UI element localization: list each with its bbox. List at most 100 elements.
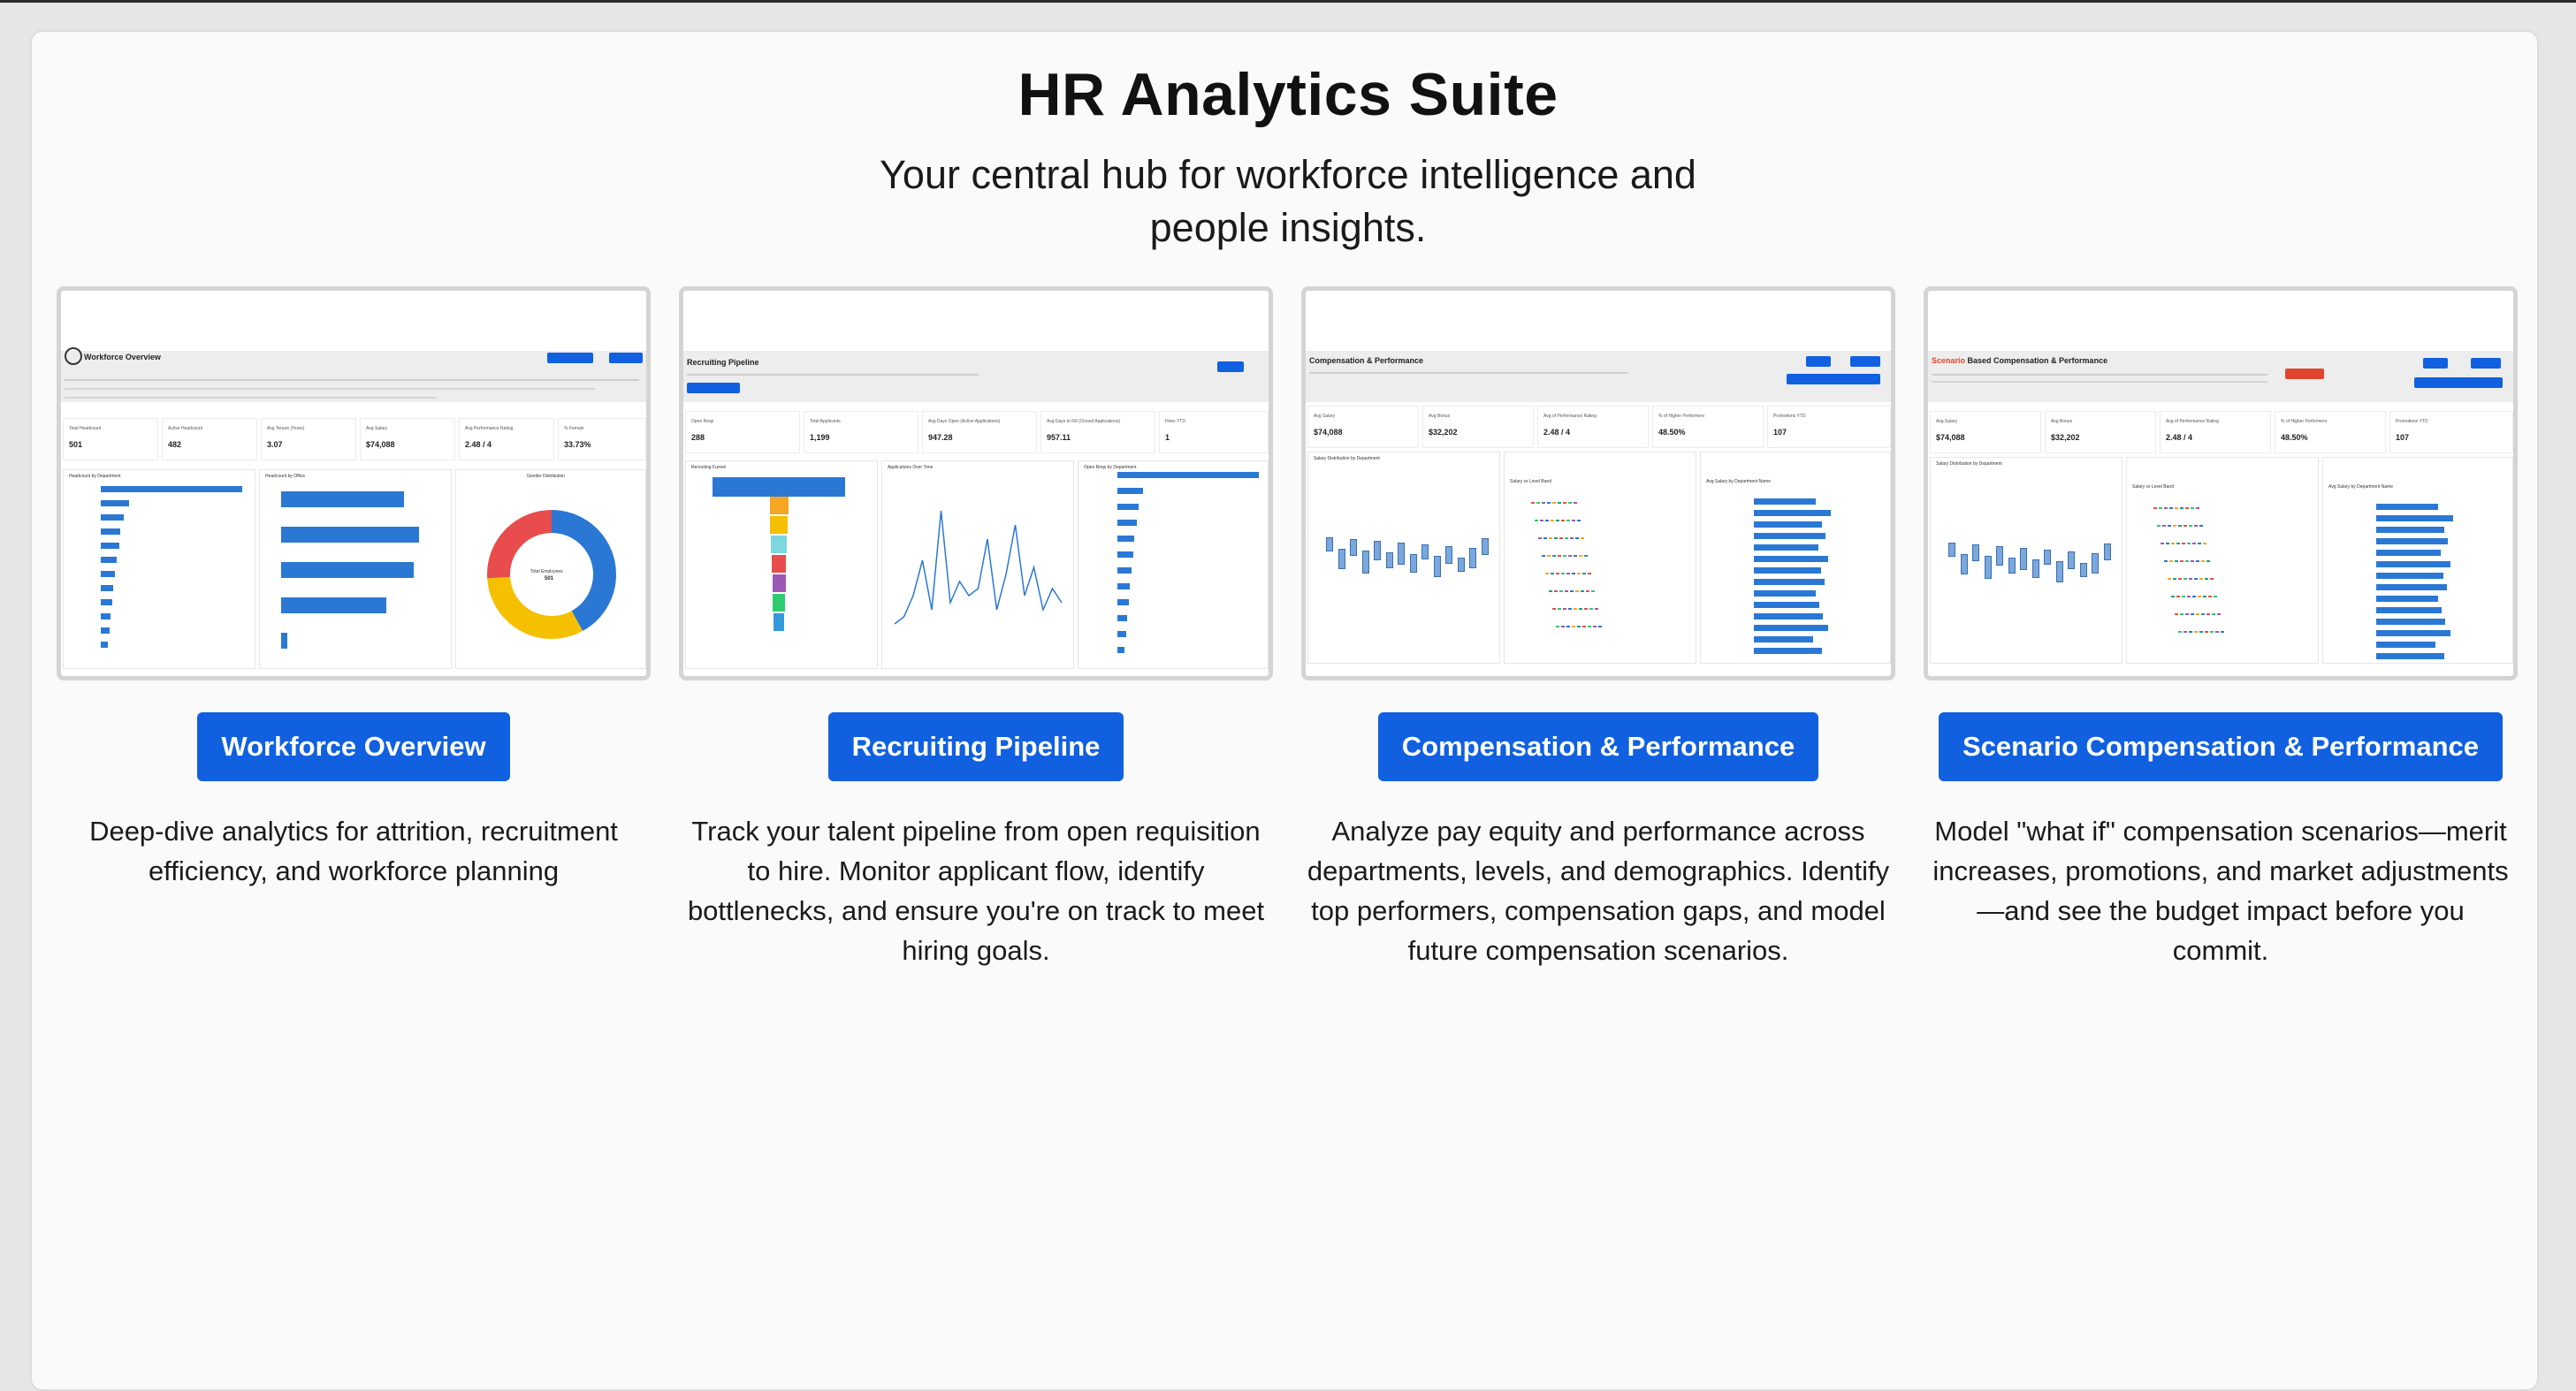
office-bar [281, 597, 386, 613]
avg-salary-bar [2376, 573, 2443, 579]
avg-salary-bar [2376, 619, 2446, 625]
salary-point [2210, 631, 2214, 633]
avg-salary-bar [2376, 642, 2436, 648]
preview-scenario-link-button [1787, 374, 1880, 384]
office-bar [281, 633, 287, 649]
salary-point [1558, 608, 1561, 610]
salary-point [2201, 613, 2205, 615]
avg-salary-bar [1754, 636, 1814, 642]
salary-box [1421, 544, 1429, 559]
open-req-bar [1117, 615, 1128, 621]
page-subtitle: Your central hub for workforce intellige… [880, 152, 1696, 250]
salary-point [1545, 573, 1549, 574]
kpi-card: Open Reqs 288 [685, 411, 800, 453]
scenario-compensation-button[interactable]: Scenario Compensation & Performance [1939, 712, 2503, 781]
salary-box [1469, 548, 1476, 568]
avg-salary-bar [2376, 504, 2438, 510]
salary-point [1572, 520, 1575, 521]
dept-bar [101, 571, 115, 577]
avg-salary-bar [2376, 538, 2449, 544]
dept-bar [101, 599, 112, 605]
salary-box [2079, 563, 2087, 577]
salary-point [1540, 520, 1543, 521]
salary-point [1572, 573, 1575, 574]
kpi-card: Total Applicants 1,199 [804, 411, 918, 453]
kpi-card: Avg Performance Rating 2.48 / 4 [459, 418, 554, 460]
avg-salary-bar [2376, 630, 2450, 636]
salary-point [1584, 608, 1588, 610]
salary-box [1972, 544, 1979, 561]
salary-point [2212, 613, 2215, 615]
kpi-card: Promotions YTD 107 [1767, 406, 1891, 448]
salary-box [1326, 537, 1333, 551]
dept-bar [101, 613, 111, 619]
salary-point [1563, 555, 1566, 557]
compensation-performance-button[interactable]: Compensation & Performance [1377, 712, 1819, 781]
salary-box [1433, 556, 1441, 577]
salary-box [1350, 539, 1357, 556]
preview-recruiting-pipeline[interactable]: Recruiting Pipeline Open Reqs 288 Total A… [679, 286, 1273, 680]
salary-point [2192, 543, 2196, 544]
avg-salary-bar [1754, 521, 1822, 528]
salary-point [1549, 537, 1552, 539]
kpi-card: % Female 33.73% [558, 418, 646, 460]
salary-point [1563, 608, 1566, 610]
funnel-stage [771, 536, 787, 553]
salary-point [1588, 626, 1591, 627]
funnel-stage [769, 497, 789, 514]
salary-point [1570, 537, 1574, 539]
salary-point [1591, 590, 1595, 592]
dept-bar [101, 627, 110, 634]
salary-point [2164, 507, 2168, 509]
salary-point [2178, 578, 2182, 580]
salary-point [1551, 520, 1554, 521]
open-req-bar [1117, 472, 1259, 478]
preview-original-link-button [2414, 377, 2503, 388]
donut-center-value: 501 [545, 576, 554, 581]
salary-box [1960, 554, 1968, 574]
recruiting-pipeline-button[interactable]: Recruiting Pipeline [827, 712, 1124, 781]
open-req-bar [1117, 551, 1133, 558]
salary-point [1554, 537, 1558, 539]
salary-point [2159, 507, 2162, 509]
salary-point [2175, 507, 2178, 509]
chart-salary-vs-level: Salary vs Level Band [2126, 457, 2319, 664]
salary-box [1385, 552, 1393, 568]
salary-point [1551, 573, 1554, 574]
funnel-stage [773, 594, 785, 612]
preview-workforce-overview[interactable]: Workforce Overview Total Headcount 501 Ac… [57, 286, 651, 680]
salary-point [1582, 626, 1586, 627]
team-icon [65, 347, 82, 365]
chart-headcount-department: Headcount by Department [63, 469, 255, 669]
salary-box [1445, 546, 1452, 564]
salary-point [2171, 596, 2175, 597]
funnel-stage [772, 574, 786, 592]
salary-point [2173, 578, 2176, 580]
dept-bar [101, 642, 108, 648]
salary-point [2180, 560, 2184, 562]
salary-point [1547, 502, 1551, 504]
preview-scenario-compensation[interactable]: Scenario Based Compensation & Performanc… [1924, 286, 2518, 680]
workforce-overview-button[interactable]: Workforce Overview [197, 712, 510, 781]
salary-point [1565, 537, 1568, 539]
salary-point [2199, 631, 2203, 633]
salary-point [1582, 573, 1586, 574]
salary-point [1586, 590, 1589, 592]
salary-box [1481, 538, 1489, 555]
avg-salary-bar [1754, 567, 1821, 574]
salary-point [2215, 631, 2219, 633]
salary-point [2210, 578, 2214, 580]
preview-compensation-performance[interactable]: Compensation & Performance Avg Salary $74… [1301, 286, 1895, 680]
salary-point [1552, 608, 1556, 610]
avg-salary-bar [1754, 590, 1816, 597]
salary-point [1563, 502, 1566, 504]
salary-point [1566, 573, 1570, 574]
office-bar [281, 491, 405, 507]
salary-point [1577, 573, 1581, 574]
salary-point [2198, 543, 2201, 544]
salary-point [1598, 626, 1602, 627]
preview-filter-button [1850, 356, 1880, 367]
avg-salary-bar [2376, 584, 2447, 590]
salary-point [1588, 573, 1591, 574]
salary-point [1558, 502, 1561, 504]
